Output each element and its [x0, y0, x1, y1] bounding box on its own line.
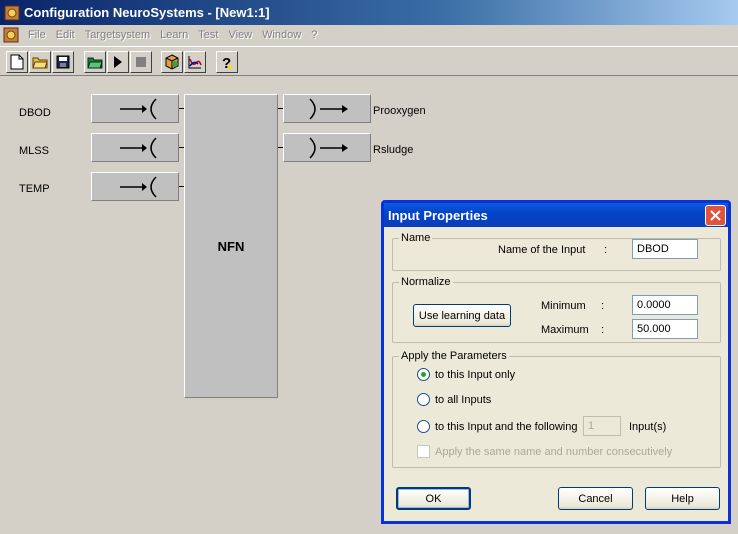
dialog-close-button[interactable]: [705, 204, 726, 226]
menu-bar: File Edit Targetsystem Learn Test View W…: [0, 25, 738, 45]
menu-edit[interactable]: Edit: [51, 29, 80, 41]
colon-separator: :: [604, 244, 608, 256]
help-dialog-button[interactable]: Help: [645, 487, 720, 510]
open-project-button[interactable]: [84, 51, 106, 73]
input-label-dbod: DBOD: [19, 107, 51, 119]
output-connector-icon: [309, 137, 348, 159]
title-bar: Configuration NeuroSystems - [New1:1]: [0, 0, 738, 25]
app-icon: [4, 5, 20, 20]
radio-all-inputs[interactable]: [417, 393, 430, 406]
maximum-input[interactable]: [632, 319, 698, 339]
use-learning-data-button[interactable]: Use learning data: [413, 304, 511, 327]
input-label-mlss: MLSS: [19, 145, 49, 157]
play-icon: [114, 56, 122, 68]
input-connector-mlss[interactable]: [91, 133, 179, 162]
nfn-block[interactable]: NFN: [184, 94, 278, 398]
close-icon: [710, 209, 721, 221]
same-name-checkbox-label: Apply the same name and number consecuti…: [435, 446, 673, 458]
menu-help[interactable]: ?: [306, 29, 322, 41]
input-connector-icon: [120, 137, 157, 159]
name-input[interactable]: [632, 239, 698, 259]
input-properties-dialog: Input Properties Name Name of the Input …: [381, 200, 731, 524]
output-connector-prooxygen[interactable]: [283, 94, 371, 123]
menu-learn[interactable]: Learn: [155, 29, 193, 41]
colon-separator: :: [601, 300, 605, 312]
menu-file[interactable]: File: [23, 29, 51, 41]
model-cube-icon: [165, 54, 179, 70]
help-button[interactable]: ?: [216, 51, 238, 73]
chart-icon: [188, 56, 202, 69]
nfn-label: NFN: [217, 238, 245, 254]
radio-this-input-only[interactable]: [417, 368, 430, 381]
dialog-title-bar[interactable]: Input Properties: [384, 203, 728, 227]
help-question-icon: ?: [222, 55, 232, 70]
new-file-icon: [10, 54, 24, 70]
normalize-group-legend: Normalize: [399, 276, 453, 288]
maximum-label: Maximum: [541, 324, 589, 336]
save-button[interactable]: [52, 51, 74, 73]
radio-this-and-following[interactable]: [417, 420, 430, 433]
output-connector-rsludge[interactable]: [283, 133, 371, 162]
name-of-input-label: Name of the Input: [498, 244, 586, 256]
radio-all-inputs-label[interactable]: to all Inputs: [435, 394, 491, 406]
new-button[interactable]: [6, 51, 28, 73]
stop-button[interactable]: [130, 51, 152, 73]
following-suffix-label: Input(s): [629, 421, 667, 433]
run-button[interactable]: [107, 51, 129, 73]
system-menu-icon[interactable]: [3, 27, 19, 43]
save-disk-icon: [56, 55, 70, 69]
menu-window[interactable]: Window: [257, 29, 306, 41]
model-button[interactable]: [161, 51, 183, 73]
output-label-prooxygen: Prooxygen: [373, 105, 426, 117]
minimum-label: Minimum: [541, 300, 586, 312]
input-connector-icon: [120, 176, 157, 198]
open-button[interactable]: [29, 51, 51, 73]
output-connector-icon: [309, 98, 348, 120]
ok-button[interactable]: OK: [396, 487, 471, 510]
open-project-icon: [87, 57, 103, 69]
stop-icon: [136, 57, 146, 67]
window-title: Configuration NeuroSystems - [New1:1]: [24, 5, 270, 20]
toolbar: ?: [0, 46, 738, 76]
radio-this-and-following-label[interactable]: to this Input and the following: [435, 421, 577, 433]
following-count-input: [583, 416, 621, 436]
menu-view[interactable]: View: [223, 29, 257, 41]
input-connector-dbod[interactable]: [91, 94, 179, 123]
name-group-legend: Name: [399, 232, 433, 244]
dialog-title: Input Properties: [388, 207, 488, 223]
minimum-input[interactable]: [632, 295, 698, 315]
output-label-rsludge: Rsludge: [373, 144, 414, 156]
cancel-button[interactable]: Cancel: [558, 487, 633, 510]
menu-targetsystem[interactable]: Targetsystem: [80, 29, 155, 41]
menu-test[interactable]: Test: [193, 29, 223, 41]
input-connector-temp[interactable]: [91, 172, 179, 201]
chart-button[interactable]: [184, 51, 206, 73]
apply-group-legend: Apply the Parameters: [399, 350, 509, 362]
radio-this-input-only-label[interactable]: to this Input only: [435, 369, 515, 381]
input-connector-icon: [120, 98, 157, 120]
colon-separator: :: [601, 324, 605, 336]
open-folder-icon: [32, 57, 48, 69]
same-name-checkbox: [417, 445, 430, 458]
input-label-temp: TEMP: [19, 183, 50, 195]
